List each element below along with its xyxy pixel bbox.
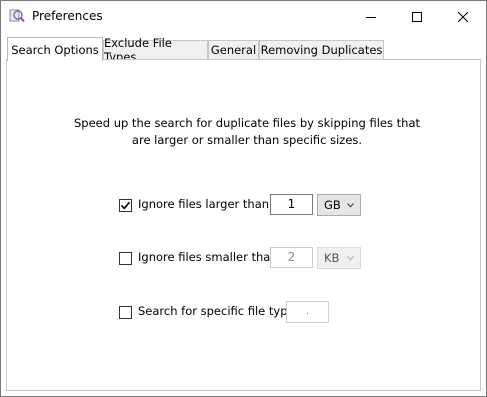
file-type-input[interactable]: .	[286, 301, 329, 323]
tab-strip: Search Options Exclude File Types Genera…	[1, 32, 486, 64]
chevron-down-icon	[347, 256, 354, 261]
ignore-smaller-label[interactable]: Ignore files smaller than	[138, 250, 278, 264]
chevron-down-icon	[347, 203, 354, 208]
larger-unit-select[interactable]: GB	[317, 194, 361, 216]
close-icon	[458, 11, 468, 22]
preferences-window: Preferences Search Options Exclude File …	[0, 0, 487, 397]
tab-exclude-file-types[interactable]: Exclude File Types	[103, 36, 208, 64]
search-options-panel: Speed up the search for duplicate files …	[6, 59, 481, 391]
smaller-size-input[interactable]: 2	[270, 247, 313, 268]
specific-file-type-label[interactable]: Search for specific file type	[138, 304, 295, 318]
magnifier-app-icon	[9, 8, 25, 24]
description-text: Speed up the search for duplicate files …	[73, 116, 420, 147]
larger-size-input[interactable]: 1	[270, 194, 313, 215]
maximize-icon	[412, 11, 422, 22]
larger-unit-value: GB	[324, 198, 341, 212]
specific-file-type-checkbox[interactable]	[119, 306, 132, 319]
file-type-row: Search for specific file type .	[7, 300, 480, 324]
window-title: Preferences	[32, 9, 103, 23]
tab-search-options[interactable]: Search Options	[7, 37, 103, 61]
title-bar[interactable]: Preferences	[1, 1, 486, 32]
checkmark-icon	[120, 201, 131, 210]
tab-general[interactable]: General	[208, 40, 259, 59]
ignore-smaller-checkbox[interactable]	[119, 252, 132, 265]
smaller-than-row: Ignore files smaller than 2 KB	[7, 246, 480, 270]
smaller-unit-select[interactable]: KB	[317, 247, 361, 269]
minimize-icon	[366, 12, 376, 22]
maximize-button[interactable]	[394, 1, 440, 32]
minimize-button[interactable]	[348, 1, 394, 32]
smaller-unit-value: KB	[324, 251, 340, 265]
close-button[interactable]	[440, 1, 486, 32]
tab-removing-duplicates[interactable]: Removing Duplicates	[259, 40, 384, 59]
ignore-larger-checkbox[interactable]	[119, 199, 132, 212]
ignore-larger-label[interactable]: Ignore files larger than	[138, 197, 269, 211]
larger-than-row: Ignore files larger than 1 GB	[7, 193, 480, 217]
